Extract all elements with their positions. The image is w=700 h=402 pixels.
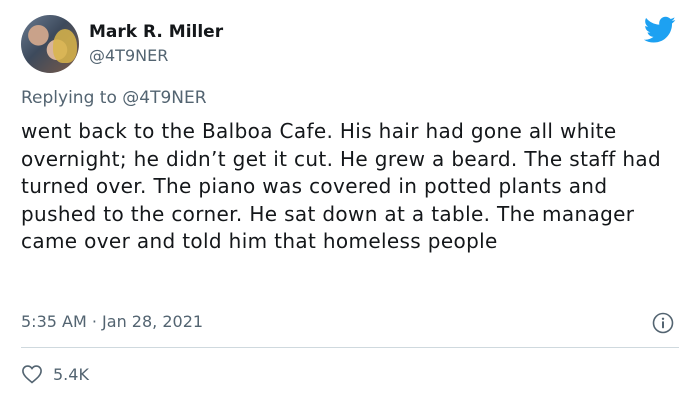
tweet-time: 5:35 AM (21, 312, 87, 331)
twitter-bird-icon[interactable] (644, 16, 676, 44)
meta-separator: · (91, 312, 97, 331)
replying-to-mention[interactable]: @4T9NER (122, 88, 206, 108)
replying-to: Replying to @4T9NER (21, 88, 207, 108)
like-button[interactable]: 5.4K (21, 364, 89, 384)
replying-to-label: Replying to (21, 88, 117, 108)
tweet-date: Jan 28, 2021 (102, 312, 204, 331)
author-display-name[interactable]: Mark R. Miller (89, 22, 223, 42)
like-count: 5.4K (53, 364, 89, 384)
avatar[interactable] (21, 15, 79, 73)
tweet-timestamp[interactable]: 5:35 AM · Jan 28, 2021 (21, 312, 203, 331)
tweet-text: went back to the Balboa Cafe. His hair h… (21, 119, 662, 253)
info-icon[interactable] (652, 312, 674, 334)
heart-icon (22, 365, 42, 384)
divider (21, 347, 679, 348)
author-handle[interactable]: @4T9NER (89, 46, 168, 65)
